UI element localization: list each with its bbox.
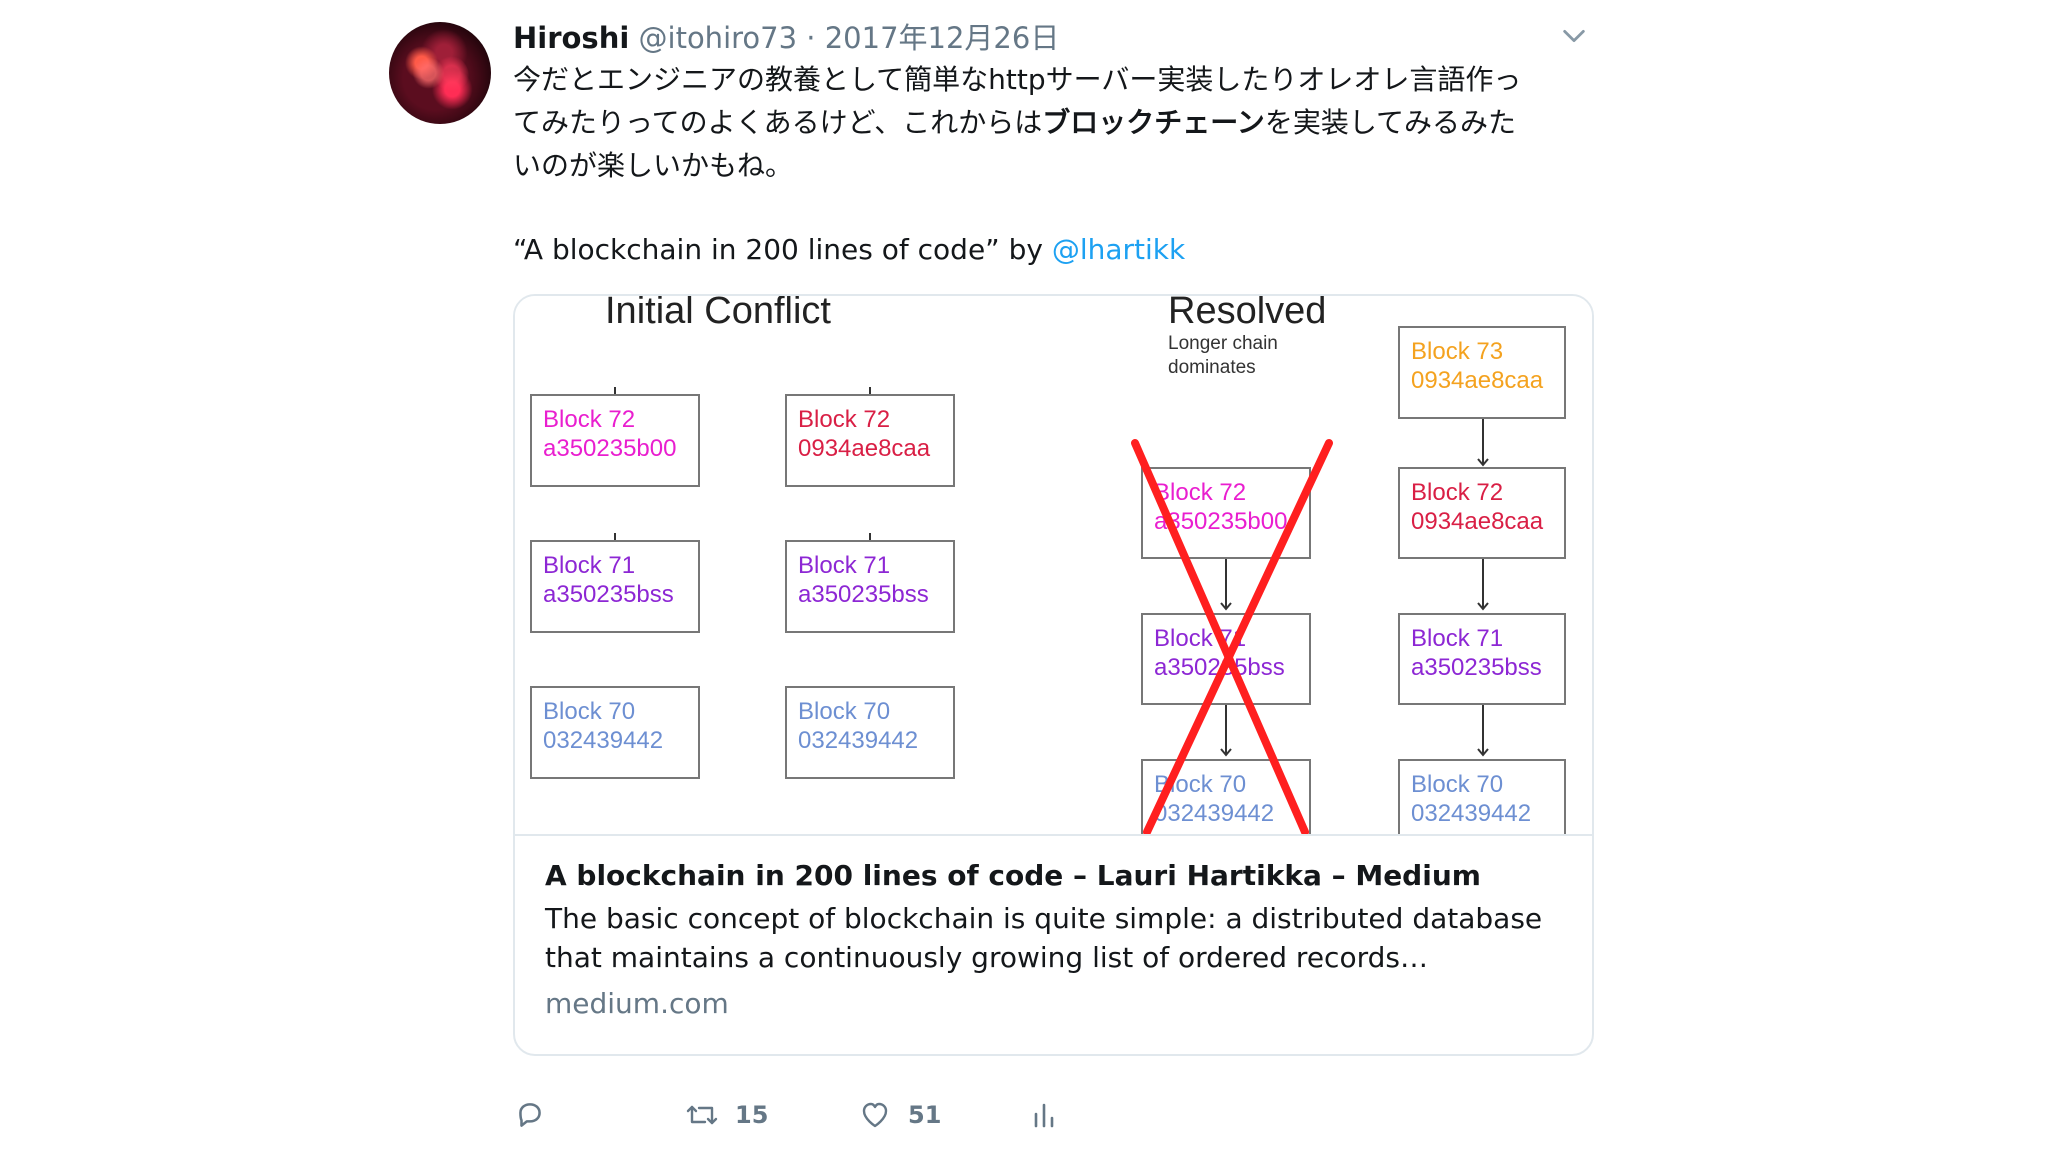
- arrow-group: [609, 387, 1489, 757]
- block-label: Block 70: [1411, 771, 1503, 798]
- tweet-header: Hiroshi @itohiro73 · 2017年12月26日: [513, 18, 1059, 58]
- block-label: Block 70: [798, 698, 890, 725]
- block-hash: a350235bss: [543, 581, 674, 608]
- tweet-text-segment: を実装してみるみた: [1264, 106, 1516, 139]
- tweet-text-line: いのが楽しいかもね。: [513, 144, 1603, 187]
- initial-right-chain: Block 72 0934ae8caa Block 71 a350235bss …: [785, 394, 955, 779]
- quote-line: “A blockchain in 200 lines of code” by @…: [513, 230, 1185, 270]
- block-hash: 0934ae8caa: [798, 435, 931, 462]
- analytics-button[interactable]: [1028, 1090, 1062, 1140]
- header-separator: ·: [806, 21, 816, 55]
- display-name[interactable]: Hiroshi: [513, 21, 629, 55]
- block-label: Block 72: [1411, 479, 1503, 506]
- chain-arrow: [1477, 418, 1489, 467]
- card-info: A blockchain in 200 lines of code – Laur…: [515, 836, 1592, 1054]
- block-hash: 0934ae8caa: [1411, 508, 1544, 535]
- tweet-date[interactable]: 2017年12月26日: [825, 21, 1060, 55]
- analytics-icon: [1034, 1103, 1054, 1128]
- link-card[interactable]: Initial Conflict Resolved Longer chain d…: [513, 294, 1594, 1056]
- reply-icon: [519, 1103, 541, 1127]
- card-description: The basic concept of blockchain is quite…: [545, 902, 1543, 974]
- tweet-text-segment: いのが楽しいかもね。: [513, 149, 794, 182]
- tweet-text: 今だとエンジニアの教養として簡単なhttpサーバー実装したりオレオレ言語作っ て…: [513, 58, 1603, 187]
- mention-link[interactable]: @lhartikk: [1052, 233, 1185, 266]
- block-hash: 032439442: [1411, 800, 1531, 827]
- block-label: Block 71: [1411, 625, 1503, 652]
- card-title[interactable]: A blockchain in 200 lines of code – Laur…: [545, 856, 1481, 896]
- resolved-note-line1: Longer chain: [1168, 333, 1278, 354]
- block-hash: 0934ae8caa: [1411, 367, 1544, 394]
- block-hash: a350235b00: [543, 435, 676, 462]
- block-hash: a350235bss: [1411, 654, 1542, 681]
- chain-arrow: [1220, 704, 1232, 757]
- tweet-actions: 15 51: [513, 1090, 1583, 1140]
- retweet-button[interactable]: 15: [685, 1090, 768, 1140]
- tweet-text-line: てみたりってのよくあるけど、これからはブロックチェーンを実装してみるみた: [513, 101, 1603, 144]
- block-label: Block 70: [543, 698, 635, 725]
- block-hash: 032439442: [1154, 800, 1274, 827]
- retweet-icon: [686, 1105, 718, 1125]
- tweet-text-segment: てみたりってのよくあるけど、これからは: [513, 106, 1043, 139]
- initial-conflict-heading: Initial Conflict: [605, 296, 831, 332]
- block-label: Block 72: [798, 406, 890, 433]
- block-label: Block 71: [543, 552, 635, 579]
- resolved-note-line2: dominates: [1168, 357, 1256, 378]
- chain-arrow: [1477, 704, 1489, 757]
- block-hash: a350235bss: [798, 581, 929, 608]
- chevron-down-icon[interactable]: [1560, 22, 1588, 50]
- user-handle[interactable]: @itohiro73: [639, 21, 798, 55]
- quote-text: “A blockchain in 200 lines of code” by: [513, 233, 1052, 266]
- tweet-text-line: 今だとエンジニアの教養として簡単なhttpサーバー実装したりオレオレ言語作っ: [513, 58, 1603, 101]
- heart-icon: [862, 1102, 888, 1128]
- bold-keyword: ブロックチェーン: [1042, 106, 1265, 139]
- block-hash: 032439442: [798, 727, 918, 754]
- retweet-count: 15: [735, 1101, 769, 1129]
- avatar[interactable]: [389, 22, 491, 124]
- block-label: Block 71: [798, 552, 890, 579]
- blockchain-conflict-diagram: Initial Conflict Resolved Longer chain d…: [530, 296, 1566, 834]
- card-image: Initial Conflict Resolved Longer chain d…: [515, 296, 1592, 836]
- block-label: Block 73: [1411, 338, 1503, 365]
- block-hash: 032439442: [543, 727, 663, 754]
- like-count: 51: [908, 1101, 942, 1129]
- tweet-page: Hiroshi @itohiro73 · 2017年12月26日 今だとエンジニ…: [0, 0, 2048, 1152]
- resolved-heading: Resolved: [1168, 296, 1326, 332]
- chain-arrow: [1220, 558, 1232, 611]
- tweet-text-segment: 今だとエンジニアの教養として簡単なhttpサーバー実装したりオレオレ言語作っ: [513, 63, 1522, 96]
- card-domain[interactable]: medium.com: [545, 984, 729, 1024]
- initial-left-chain: Block 72 a350235b00 Block 71 a350235bss …: [530, 394, 700, 779]
- block-label: Block 72: [1154, 479, 1246, 506]
- block-label: Block 72: [543, 406, 635, 433]
- like-button[interactable]: 51: [858, 1090, 941, 1140]
- reply-button[interactable]: [513, 1090, 547, 1140]
- chain-arrow: [1477, 558, 1489, 611]
